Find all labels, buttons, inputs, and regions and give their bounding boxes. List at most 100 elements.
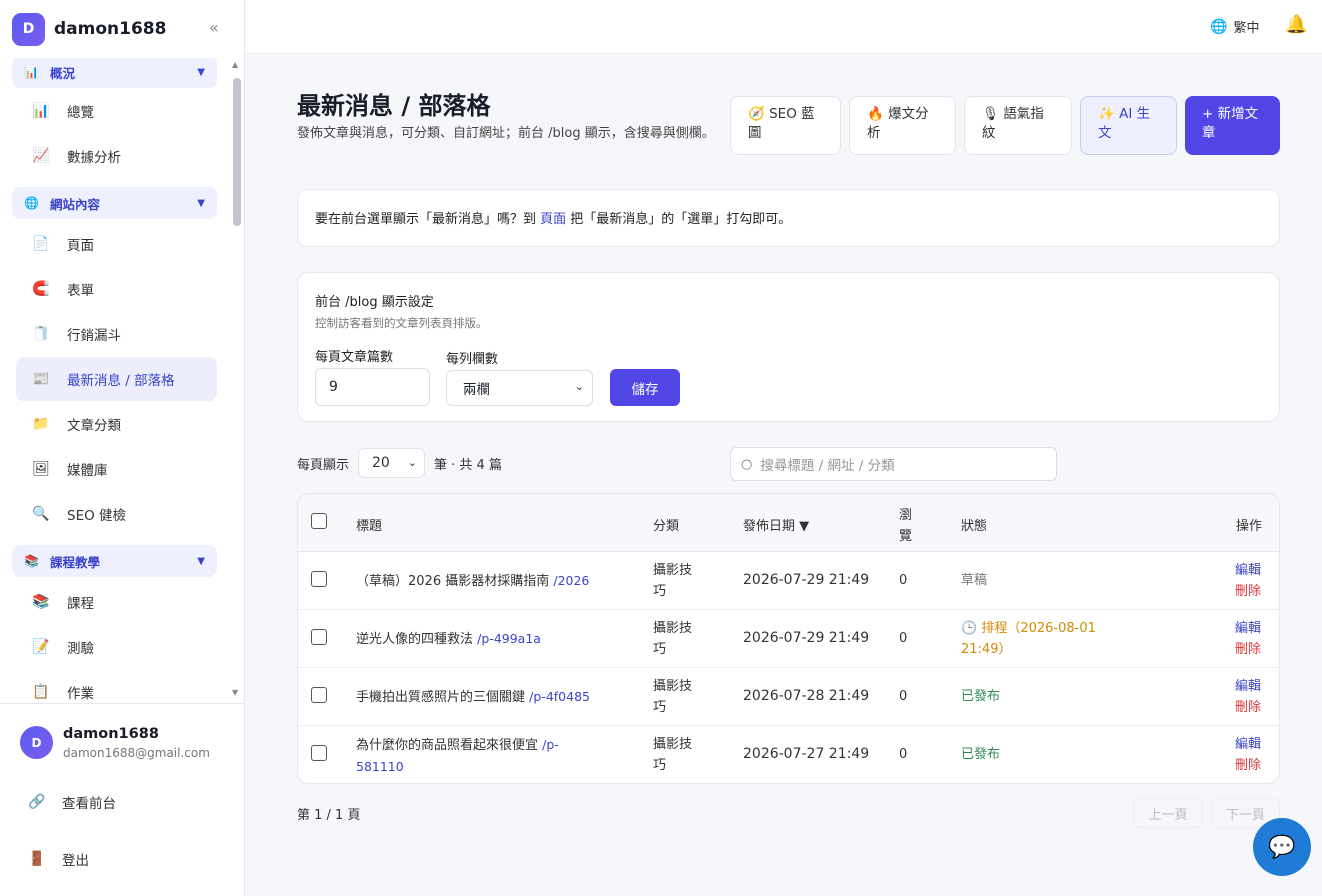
sidebar-item-forms[interactable]: 🧲 表單: [16, 267, 217, 311]
row-checkbox[interactable]: [311, 687, 327, 703]
notice-text: 要在前台選單顯示「最新消息」嗎？到: [315, 212, 541, 227]
delete-link[interactable]: 刪除: [1235, 697, 1261, 718]
nav-group-courses[interactable]: 📚 課程教學 ▼: [12, 545, 217, 577]
sidebar-item-seo-check[interactable]: 🔍 SEO 健檢: [16, 492, 217, 536]
logout-link[interactable]: 🚪 登出: [28, 847, 89, 871]
chevron-down-icon: ⌄: [574, 380, 584, 393]
post-views: 0: [899, 689, 908, 704]
sidebar-item-dashboard[interactable]: 📊 總覽: [16, 89, 217, 133]
button-line: 🎙 語氣指: [982, 106, 1044, 122]
chat-bubble-icon: 💬: [1268, 834, 1296, 860]
edit-link[interactable]: 編輯: [1235, 618, 1261, 639]
post-category: 攝影技 巧: [653, 560, 692, 602]
button-line: 析: [867, 125, 881, 141]
col-title: 標題: [356, 519, 383, 534]
sidebar-item-quiz[interactable]: 📝 測驗: [16, 625, 217, 669]
search-icon: 🔍: [32, 506, 50, 522]
select-all-checkbox[interactable]: [311, 513, 327, 529]
ai-generate-button[interactable]: ✨ AI 生 文: [1080, 96, 1177, 155]
post-title[interactable]: 手機拍出質感照片的三個關鍵 /p-4f0485: [356, 686, 590, 708]
language-switcher[interactable]: 🌐 繁中: [1210, 17, 1259, 37]
edit-link[interactable]: 編輯: [1235, 734, 1261, 755]
scrollbar-thumb[interactable]: [233, 78, 241, 226]
table-row: 手機拍出質感照片的三個關鍵 /p-4f0485 攝影技 巧 2026-07-28…: [298, 668, 1279, 726]
posts-per-page-input[interactable]: 9: [315, 368, 430, 406]
status-line: 🕒 排程（2026-08-01: [961, 621, 1096, 636]
new-post-button[interactable]: + 新增文 章: [1185, 96, 1280, 155]
view-frontend-label: 查看前台: [62, 796, 116, 812]
search-input[interactable]: ○ 搜尋標題 / 網址 / 分類: [730, 447, 1057, 481]
clipboard-icon: 📋: [32, 684, 50, 700]
newspaper-icon: 📰: [32, 371, 50, 387]
post-category: 攝影技 巧: [653, 618, 692, 660]
sidebar-scrollbar[interactable]: ▲ ▼: [232, 58, 242, 702]
pages-link[interactable]: 頁面: [540, 212, 566, 227]
post-views: 0: [899, 747, 908, 762]
rows-per-page-select[interactable]: 20 ⌄: [358, 448, 426, 478]
post-title[interactable]: （草稿）2026 攝影器材採購指南 /2026: [356, 570, 589, 592]
sidebar-item-funnels[interactable]: 🧻 行銷漏斗: [16, 312, 217, 356]
post-title[interactable]: 逆光人像的四種救法 /p-499a1a: [356, 628, 541, 650]
post-views: 0: [899, 573, 908, 588]
col-date-sort[interactable]: 發佈日期 ▼: [743, 515, 809, 534]
nav-group-overview[interactable]: 📊 概況 ▼: [12, 58, 217, 88]
user-email: damon1688@gmail.com: [63, 746, 210, 760]
sidebar-item-label: 文章分類: [67, 418, 121, 434]
settings-subtitle: 控制訪客看到的文章列表頁排版。: [315, 316, 488, 330]
save-button[interactable]: 儲存: [610, 369, 680, 406]
status-badge: 🕒 排程（2026-08-01 21:49）: [961, 618, 1096, 660]
globe-icon: 🌐: [24, 196, 39, 210]
post-title[interactable]: 為什麼你的商品照看起來很便宜 /p- 581110: [356, 734, 606, 778]
search-icon: ○: [741, 456, 753, 472]
sidebar-item-label: SEO 健檢: [67, 508, 127, 524]
bell-icon[interactable]: 🔔: [1285, 14, 1307, 35]
edit-link[interactable]: 編輯: [1235, 676, 1261, 697]
prev-page-button[interactable]: 上一頁: [1133, 798, 1203, 828]
col-category: 分類: [653, 519, 680, 534]
sidebar-item-categories[interactable]: 📁 文章分類: [16, 402, 217, 446]
row-checkbox[interactable]: [311, 745, 327, 761]
button-line: 章: [1202, 125, 1216, 141]
collapse-sidebar-button[interactable]: «: [209, 18, 219, 37]
nav-group-site-content[interactable]: 🌐 網站內容 ▼: [12, 187, 217, 219]
view-frontend-link[interactable]: 🔗 查看前台: [28, 790, 116, 814]
sidebar-item-label: 表單: [67, 283, 94, 299]
seo-blueprint-button[interactable]: 🧭 SEO 藍 圖: [730, 96, 841, 155]
sidebar-item-label: 總覽: [67, 105, 94, 121]
edit-link[interactable]: 編輯: [1235, 560, 1261, 581]
col-status: 狀態: [961, 519, 988, 534]
post-slug: /p-4f0485: [529, 689, 590, 704]
sidebar-item-assignment[interactable]: 📋 作業: [16, 670, 217, 700]
table-row: （草稿）2026 攝影器材採購指南 /2026 攝影技 巧 2026-07-29…: [298, 552, 1279, 610]
delete-link[interactable]: 刪除: [1235, 755, 1261, 776]
chat-button[interactable]: 💬: [1253, 818, 1311, 876]
notice-text: 把「最新消息」的「選單」打勾即可。: [566, 212, 792, 227]
sidebar-item-label: 行銷漏斗: [67, 328, 121, 344]
sidebar-item-pages[interactable]: 📄 頁面: [16, 222, 217, 266]
sidebar-item-media[interactable]: 🖼 媒體庫: [16, 447, 217, 491]
sidebar-item-course[interactable]: 📚 課程: [16, 580, 217, 624]
post-views: 0: [899, 631, 908, 646]
category-line: 攝影技: [653, 621, 693, 636]
columns-label: 每列欄數: [446, 352, 499, 367]
button-line: 🔥 爆文分: [867, 106, 929, 122]
row-checkbox[interactable]: [311, 629, 327, 645]
tone-fingerprint-button[interactable]: 🎙 語氣指 紋: [964, 96, 1072, 155]
books-icon: 📚: [24, 554, 39, 568]
per-page-label: 每頁文章篇數: [315, 350, 394, 365]
chevron-down-icon: ⌄: [407, 456, 418, 469]
scroll-up-icon[interactable]: ▲: [232, 60, 238, 69]
status-badge: 已發布: [961, 689, 1001, 704]
link-icon: 🔗: [28, 794, 46, 810]
sidebar-item-analytics[interactable]: 📈 數據分析: [16, 134, 217, 178]
scroll-down-icon[interactable]: ▼: [232, 688, 238, 697]
delete-link[interactable]: 刪除: [1235, 581, 1261, 602]
delete-link[interactable]: 刪除: [1235, 639, 1261, 660]
row-checkbox[interactable]: [311, 571, 327, 587]
row-actions: 編輯 刪除: [1235, 734, 1261, 776]
category-line: 攝影技: [653, 737, 693, 752]
sidebar-item-blog[interactable]: 📰 最新消息 / 部落格: [16, 357, 217, 401]
columns-select[interactable]: 兩欄 ⌄: [446, 370, 593, 406]
viral-analysis-button[interactable]: 🔥 爆文分 析: [849, 96, 956, 155]
avatar: D: [20, 726, 53, 759]
